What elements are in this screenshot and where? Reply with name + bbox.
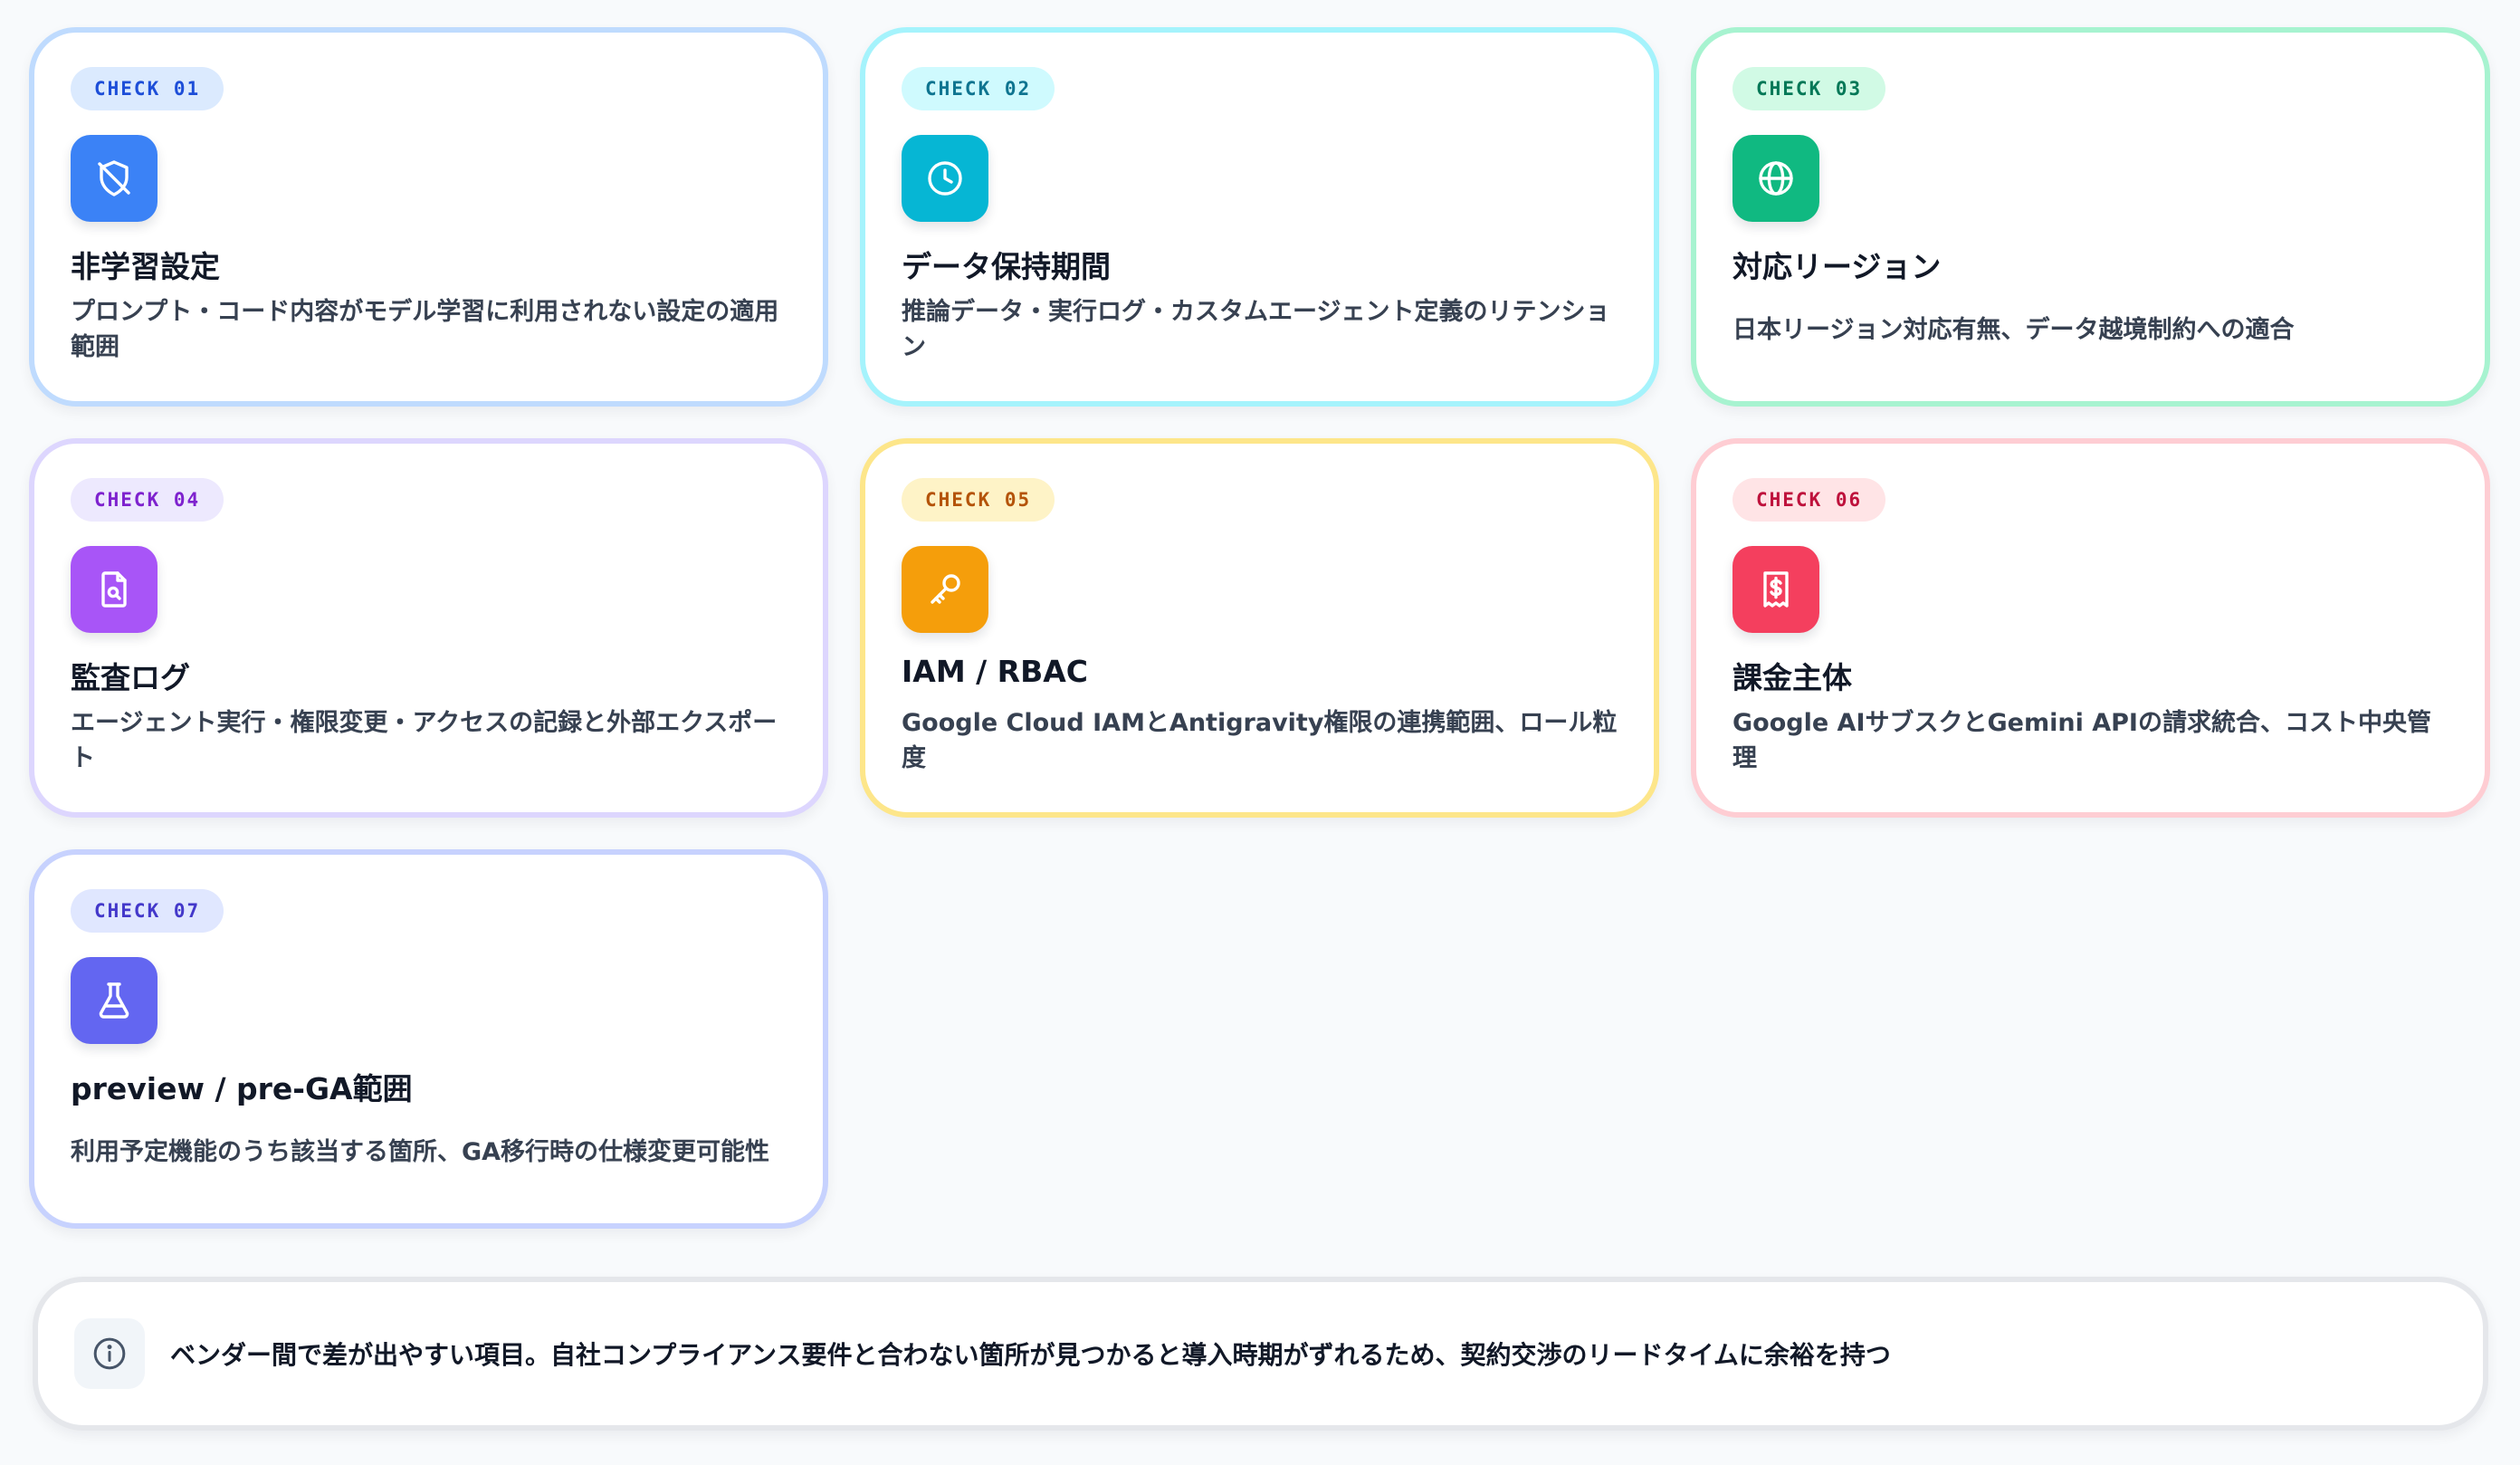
- check-badge: CHECK 04: [71, 478, 224, 522]
- shield-off-icon: [71, 135, 158, 222]
- card-title: データ保持期間: [902, 249, 1111, 284]
- check-badge: CHECK 02: [902, 67, 1055, 110]
- flask-icon: [71, 957, 158, 1044]
- card-description: Google AIサブスクとGemini APIの請求統合、コスト中央管理: [1732, 709, 2431, 772]
- check-card-05: CHECK 05 IAM / RBAC Google Cloud IAMとAntig…: [860, 438, 1659, 818]
- check-badge: CHECK 01: [71, 67, 224, 110]
- card-description: エージェント実行・権限変更・アクセスの記録と外部エクスポート: [71, 709, 778, 772]
- check-badge: CHECK 06: [1732, 478, 1886, 522]
- check-badge: CHECK 07: [71, 889, 224, 933]
- check-card-04: CHECK 04 監査ログエージェント実行・権限変更・アクセスの記録と外部エクスポ…: [29, 438, 828, 818]
- check-card-01: CHECK 01 非学習設定プロンプト・コード内容がモデル学習に利用されない設定の…: [29, 27, 828, 407]
- globe-icon: [1732, 135, 1819, 222]
- card-title: IAM / RBAC: [902, 654, 1089, 689]
- check-card-03: CHECK 03 対応リージョン日本リージョン対応有無、データ越境制約への適合: [1691, 27, 2490, 407]
- info-note: ベンダー間で差が出やすい項目。自社コンプライアンス要件と合わない箇所が見つかると…: [33, 1277, 2488, 1431]
- card-title: 課金主体: [1732, 660, 1852, 695]
- card-description: 利用予定機能のうち該当する箇所、GA移行時の仕様変更可能性: [71, 1137, 770, 1166]
- check-card-07: CHECK 07 preview / pre-GA範囲利用予定機能のうち該当する箇…: [29, 849, 828, 1229]
- key-icon: [902, 546, 988, 633]
- info-icon: [74, 1318, 145, 1389]
- card-title: 非学習設定: [71, 249, 220, 284]
- card-title: preview / pre-GA範囲: [71, 1071, 413, 1106]
- info-note-text: ベンダー間で差が出やすい項目。自社コンプライアンス要件と合わない箇所が見つかると…: [170, 1340, 1891, 1370]
- card-title: 対応リージョン: [1732, 249, 1942, 284]
- card-description: 推論データ・実行ログ・カスタムエージェント定義のリテンション: [902, 298, 1610, 361]
- file-search-icon: [71, 546, 158, 633]
- receipt-dollar-icon: [1732, 546, 1819, 633]
- check-card-06: CHECK 06 課金主体 Google AIサブスクとGemini APIの請求統…: [1691, 438, 2490, 818]
- card-description: プロンプト・コード内容がモデル学習に利用されない設定の適用範囲: [71, 298, 779, 361]
- card-description: Google Cloud IAMとAntigravity権限の連携範囲、ロール粒…: [902, 709, 1618, 772]
- card-description: 日本リージョン対応有無、データ越境制約への適合: [1732, 315, 2295, 344]
- card-title: 監査ログ: [71, 660, 190, 695]
- check-card-02: CHECK 02 データ保持期間推論データ・実行ログ・カスタムエージェント定義のリ…: [860, 27, 1659, 407]
- check-card-grid: CHECK 01 非学習設定プロンプト・コード内容がモデル学習に利用されない設定の…: [29, 27, 2491, 1229]
- check-badge: CHECK 03: [1732, 67, 1886, 110]
- check-badge: CHECK 05: [902, 478, 1055, 522]
- clock-icon: [902, 135, 988, 222]
